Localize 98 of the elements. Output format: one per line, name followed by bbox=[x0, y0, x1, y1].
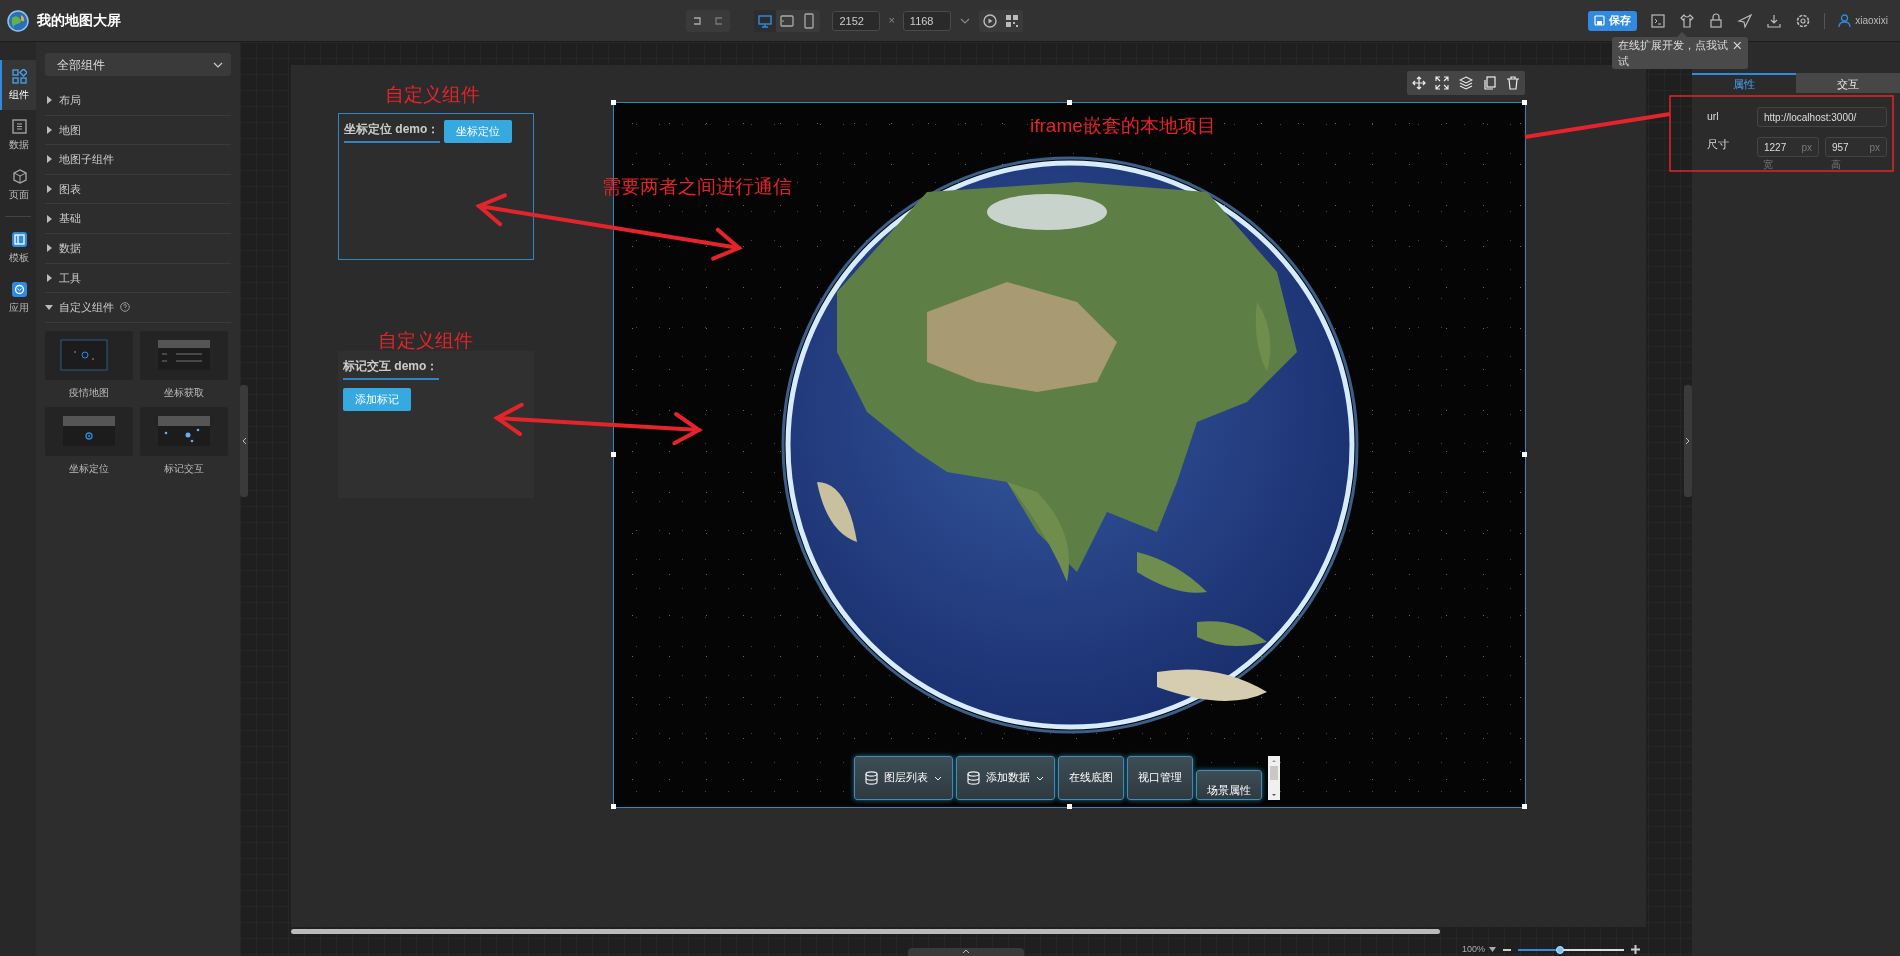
resize-handle[interactable] bbox=[1522, 100, 1527, 105]
chevron-right-icon bbox=[1685, 437, 1691, 445]
device-button[interactable] bbox=[754, 9, 777, 32]
map-tool-button[interactable]: 视口管理 bbox=[1127, 756, 1193, 800]
resize-handle[interactable] bbox=[611, 804, 616, 809]
slider-thumb[interactable] bbox=[1556, 945, 1565, 954]
widget-title: 坐标定位 demo： bbox=[344, 120, 440, 143]
thumbnail-label: 坐标获取 bbox=[164, 385, 204, 400]
annotation-text: iframe嵌套的本地项目 bbox=[1030, 114, 1216, 138]
category-item[interactable]: 基础 bbox=[45, 204, 231, 234]
url-field[interactable]: http://localhost:3000/ bbox=[1757, 107, 1887, 127]
chevron-down-icon bbox=[1036, 774, 1044, 782]
save-button[interactable]: 保存 bbox=[1588, 10, 1638, 31]
thumbnail-label: 标记交互 bbox=[164, 461, 204, 476]
rail-tab[interactable]: 页面 bbox=[0, 160, 36, 210]
chevron-down-icon bbox=[934, 774, 942, 782]
map-tool-button[interactable]: 图层列表 bbox=[854, 756, 953, 800]
collapse-handle[interactable] bbox=[240, 385, 248, 497]
qr-code-icon bbox=[1004, 13, 1019, 28]
settings-icon[interactable] bbox=[1795, 12, 1812, 29]
category-item[interactable]: 数据 bbox=[45, 233, 231, 264]
download-icon[interactable] bbox=[1766, 12, 1783, 29]
trash-icon[interactable] bbox=[1506, 76, 1521, 90]
shirt-icon[interactable] bbox=[1679, 12, 1696, 29]
help-icon[interactable] bbox=[120, 302, 130, 313]
size-field[interactable]: 957 px bbox=[1825, 137, 1887, 157]
tooltip-text: 在线扩展开发，点我试试 bbox=[1618, 37, 1729, 69]
resize-handle[interactable] bbox=[611, 100, 616, 105]
rail-tab[interactable]: 组件 bbox=[0, 60, 36, 110]
field-label: url bbox=[1707, 109, 1720, 125]
widget-title: 标记交互 demo： bbox=[343, 357, 439, 380]
thumbnail-label: 疫情地图 bbox=[69, 385, 109, 400]
lock-icon[interactable] bbox=[1708, 12, 1725, 29]
cube-icon bbox=[11, 168, 27, 184]
redo-icon bbox=[715, 16, 724, 25]
category-item[interactable]: 布局 bbox=[45, 86, 231, 116]
paper-plane-icon[interactable] bbox=[1737, 12, 1754, 29]
collapse-handle[interactable] bbox=[1684, 385, 1692, 497]
terminal-icon[interactable] bbox=[1650, 12, 1667, 29]
map-tool-button[interactable]: 在线底图 bbox=[1058, 756, 1124, 800]
annotation-text: 自定义组件 bbox=[385, 83, 480, 107]
thumbnail-drawing[interactable] bbox=[140, 330, 228, 380]
panel-tab[interactable]: 交互 bbox=[1796, 73, 1900, 93]
map-tool-button[interactable]: 添加数据 bbox=[956, 756, 1055, 800]
expand-icon[interactable] bbox=[1435, 76, 1450, 90]
resize-handle[interactable] bbox=[611, 452, 616, 457]
field-label: 尺寸 bbox=[1707, 137, 1730, 152]
user-name: xiaoxixi bbox=[1855, 14, 1888, 28]
rail-tab[interactable]: 应用 bbox=[0, 273, 36, 323]
move-icon[interactable] bbox=[1411, 76, 1426, 90]
database-icon bbox=[967, 771, 980, 785]
map-tool-button[interactable]: 场景属性 bbox=[1196, 770, 1262, 800]
category-item[interactable]: 图表 bbox=[45, 174, 231, 205]
category-item[interactable]: 自定义组件 bbox=[45, 293, 231, 323]
database-icon bbox=[865, 771, 878, 785]
width-field[interactable]: 2152 bbox=[832, 10, 881, 31]
list-box-icon bbox=[11, 118, 27, 134]
rail-tab[interactable]: 数据 bbox=[0, 110, 36, 160]
grid-icon bbox=[11, 68, 27, 84]
scrollbar-drawing bbox=[1268, 756, 1280, 800]
template-icon bbox=[11, 231, 27, 247]
field-caption: 宽 bbox=[1763, 158, 1773, 172]
thumbnail-drawing[interactable] bbox=[45, 330, 133, 380]
category-item[interactable]: 工具 bbox=[45, 263, 231, 294]
zoom-slider[interactable] bbox=[1518, 948, 1624, 951]
chevron-left-icon bbox=[241, 437, 247, 445]
category-dropdown[interactable]: 全部组件 bbox=[45, 53, 231, 76]
copy-icon[interactable] bbox=[1482, 76, 1497, 90]
layers-icon[interactable] bbox=[1459, 76, 1473, 90]
field-caption: 高 bbox=[1831, 158, 1841, 172]
resize-handle[interactable] bbox=[1522, 804, 1527, 809]
thumbnail-drawing[interactable] bbox=[140, 406, 228, 456]
play-icon bbox=[982, 13, 997, 28]
height-field[interactable]: 1168 bbox=[902, 10, 951, 31]
app-icon bbox=[11, 281, 27, 297]
plus-icon[interactable] bbox=[1630, 944, 1641, 956]
times-sign: × bbox=[888, 13, 895, 29]
app-title: 我的地图大屏 bbox=[37, 11, 121, 30]
user-icon[interactable] bbox=[1838, 14, 1852, 27]
thumbnail-label: 坐标定位 bbox=[69, 461, 109, 476]
resize-handle[interactable] bbox=[1066, 100, 1072, 105]
resize-handle[interactable] bbox=[1522, 452, 1527, 457]
caret-down-icon bbox=[1489, 947, 1496, 953]
thumbnail-drawing[interactable] bbox=[45, 406, 133, 456]
collapse-handle[interactable] bbox=[908, 948, 1024, 956]
resize-handle[interactable] bbox=[1066, 804, 1072, 809]
undo-icon bbox=[693, 16, 702, 25]
globe-logo-icon bbox=[7, 9, 29, 32]
scrollbar-thumb[interactable] bbox=[291, 929, 1440, 934]
zoom-dropdown[interactable]: 100% bbox=[1461, 943, 1496, 956]
category-item[interactable]: 地图子组件 bbox=[45, 145, 231, 175]
chevron-up-icon bbox=[962, 948, 970, 954]
category-item[interactable]: 地图 bbox=[45, 115, 231, 146]
size-field[interactable]: 1227 px bbox=[1757, 137, 1819, 157]
panel-tab[interactable]: 属性 bbox=[1692, 73, 1796, 93]
annotation-text: 自定义组件 bbox=[378, 329, 473, 353]
rail-tab[interactable]: 模板 bbox=[0, 223, 36, 273]
close-icon[interactable] bbox=[1733, 41, 1742, 50]
